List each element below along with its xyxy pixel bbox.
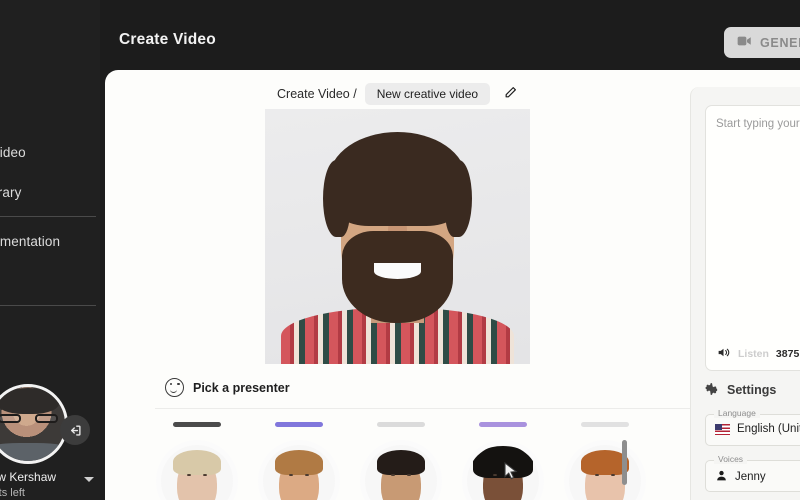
generate-button[interactable]: GENERATE xyxy=(724,27,800,58)
presenter-item-5[interactable] xyxy=(563,422,647,500)
presenter-tag xyxy=(275,422,323,427)
voices-legend: Voices xyxy=(714,454,748,464)
sidebar-item-pricing[interactable]: ng xyxy=(0,310,100,350)
page-title: Create Video xyxy=(119,31,216,48)
us-flag-icon xyxy=(715,423,730,435)
pick-a-presenter-label: Pick a presenter xyxy=(193,380,290,395)
listen-label[interactable]: Listen xyxy=(738,348,769,360)
settings-header[interactable]: Settings xyxy=(705,382,776,398)
language-value-row: English (United xyxy=(715,423,800,435)
gear-icon xyxy=(705,382,719,398)
script-footer: Listen 3875 Cha xyxy=(716,346,800,361)
sidebar-user-section[interactable]: hew Kershaw edits left xyxy=(0,384,100,500)
presenter-item-2[interactable] xyxy=(257,422,341,500)
sidebar-item-label: ate Video xyxy=(0,144,26,160)
language-value: English (United xyxy=(737,423,800,435)
presenter-avatar[interactable] xyxy=(263,445,335,500)
speaker-icon[interactable] xyxy=(716,346,731,361)
presenter-tag xyxy=(479,422,527,427)
presenter-tag xyxy=(173,422,221,427)
presenter-tag xyxy=(377,422,425,427)
face-icon xyxy=(165,378,184,397)
sidebar-item-api-documentation[interactable]: Documentation xyxy=(0,221,100,261)
voice-value: Jenny xyxy=(735,470,766,483)
breadcrumb-root[interactable]: Create Video / xyxy=(277,87,357,101)
logout-icon[interactable] xyxy=(60,415,90,445)
script-textarea[interactable]: Start typing your t Listen 3875 Cha xyxy=(705,105,800,371)
presenter-item-3[interactable] xyxy=(359,422,443,500)
video-preview[interactable] xyxy=(265,109,530,364)
presenter-list-scrollbar[interactable] xyxy=(622,440,627,485)
video-camera-icon xyxy=(737,35,752,50)
pencil-icon[interactable] xyxy=(504,86,517,102)
pick-a-presenter-header: Pick a presenter xyxy=(165,378,290,397)
sidebar-divider xyxy=(0,216,96,217)
avatar xyxy=(0,384,68,464)
sidebar: ate Video o Library Documentation port n… xyxy=(0,0,100,500)
language-legend: Language xyxy=(714,408,760,418)
sidebar-item-video-library[interactable]: o Library xyxy=(0,172,100,212)
app-window: ate Video o Library Documentation port n… xyxy=(0,0,800,500)
presenter-avatar[interactable] xyxy=(569,445,641,500)
user-credits: edits left xyxy=(0,487,25,499)
breadcrumb-current[interactable]: New creative video xyxy=(364,83,491,105)
sidebar-item-label: o Library xyxy=(0,184,22,200)
presenter-item-1[interactable] xyxy=(155,422,239,500)
voice-value-row: Jenny xyxy=(715,469,766,484)
person-icon xyxy=(715,469,728,484)
presenter-list[interactable] xyxy=(155,415,727,500)
mouse-cursor xyxy=(503,461,519,480)
sidebar-item-label: Documentation xyxy=(0,233,61,249)
presenter-avatar[interactable] xyxy=(161,445,233,500)
sidebar-item-create-video[interactable]: ate Video xyxy=(0,132,100,172)
top-bar: Create Video GENERATE xyxy=(100,0,800,70)
sidebar-nav: ate Video o Library Documentation port n… xyxy=(0,132,100,350)
user-name: hew Kershaw xyxy=(0,470,57,484)
voice-select[interactable]: Voices Jenny xyxy=(705,454,800,492)
presenter-avatar[interactable] xyxy=(365,445,437,500)
presenter-tag xyxy=(581,422,629,427)
settings-label: Settings xyxy=(727,383,777,397)
content-card: Create Video / New creative video Pick a… xyxy=(105,70,800,500)
character-count: 3875 Cha xyxy=(775,347,800,360)
sidebar-divider xyxy=(0,305,96,306)
chevron-down-icon[interactable] xyxy=(84,477,94,482)
script-placeholder: Start typing your t xyxy=(716,118,800,130)
section-divider xyxy=(155,408,747,409)
sidebar-item-support[interactable]: port xyxy=(0,261,100,301)
script-settings-panel: Start typing your t Listen 3875 Cha xyxy=(690,87,800,500)
generate-button-label: GENERATE xyxy=(760,35,800,50)
breadcrumb: Create Video / New creative video xyxy=(277,83,517,105)
language-select[interactable]: Language English (United xyxy=(705,408,800,446)
